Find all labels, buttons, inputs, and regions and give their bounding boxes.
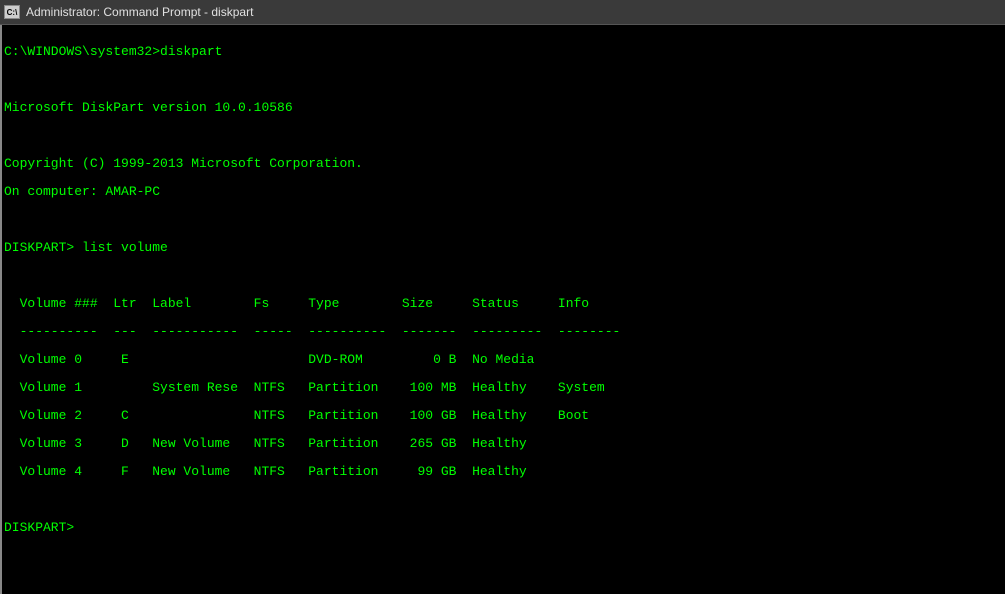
terminal-output[interactable]: C:\WINDOWS\system32>diskpart Microsoft D… (0, 25, 1005, 594)
volume-row: Volume 3 D New Volume NTFS Partition 265… (4, 437, 1005, 451)
window-title: Administrator: Command Prompt - diskpart (26, 5, 253, 19)
cmd-icon: C:\ (4, 5, 20, 19)
blank-line (4, 269, 1005, 283)
blank-line (4, 129, 1005, 143)
blank-line (4, 493, 1005, 507)
version-line: Microsoft DiskPart version 10.0.10586 (4, 101, 1005, 115)
volume-row: Volume 2 C NTFS Partition 100 GB Healthy… (4, 409, 1005, 423)
diskpart-prompt-line: DISKPART> list volume (4, 241, 1005, 255)
volume-row: Volume 4 F New Volume NTFS Partition 99 … (4, 465, 1005, 479)
table-separator: ---------- --- ----------- ----- -------… (4, 325, 1005, 339)
blank-line (4, 213, 1005, 227)
diskpart-prompt-line: DISKPART> (4, 521, 1005, 535)
volume-row: Volume 0 E DVD-ROM 0 B No Media (4, 353, 1005, 367)
window-titlebar[interactable]: C:\ Administrator: Command Prompt - disk… (0, 0, 1005, 25)
prompt-line: C:\WINDOWS\system32>diskpart (4, 45, 1005, 59)
cmd-icon-text: C:\ (7, 8, 18, 17)
volume-row: Volume 1 System Rese NTFS Partition 100 … (4, 381, 1005, 395)
blank-line (4, 73, 1005, 87)
table-header: Volume ### Ltr Label Fs Type Size Status… (4, 297, 1005, 311)
computer-line: On computer: AMAR-PC (4, 185, 1005, 199)
copyright-line: Copyright (C) 1999-2013 Microsoft Corpor… (4, 157, 1005, 171)
